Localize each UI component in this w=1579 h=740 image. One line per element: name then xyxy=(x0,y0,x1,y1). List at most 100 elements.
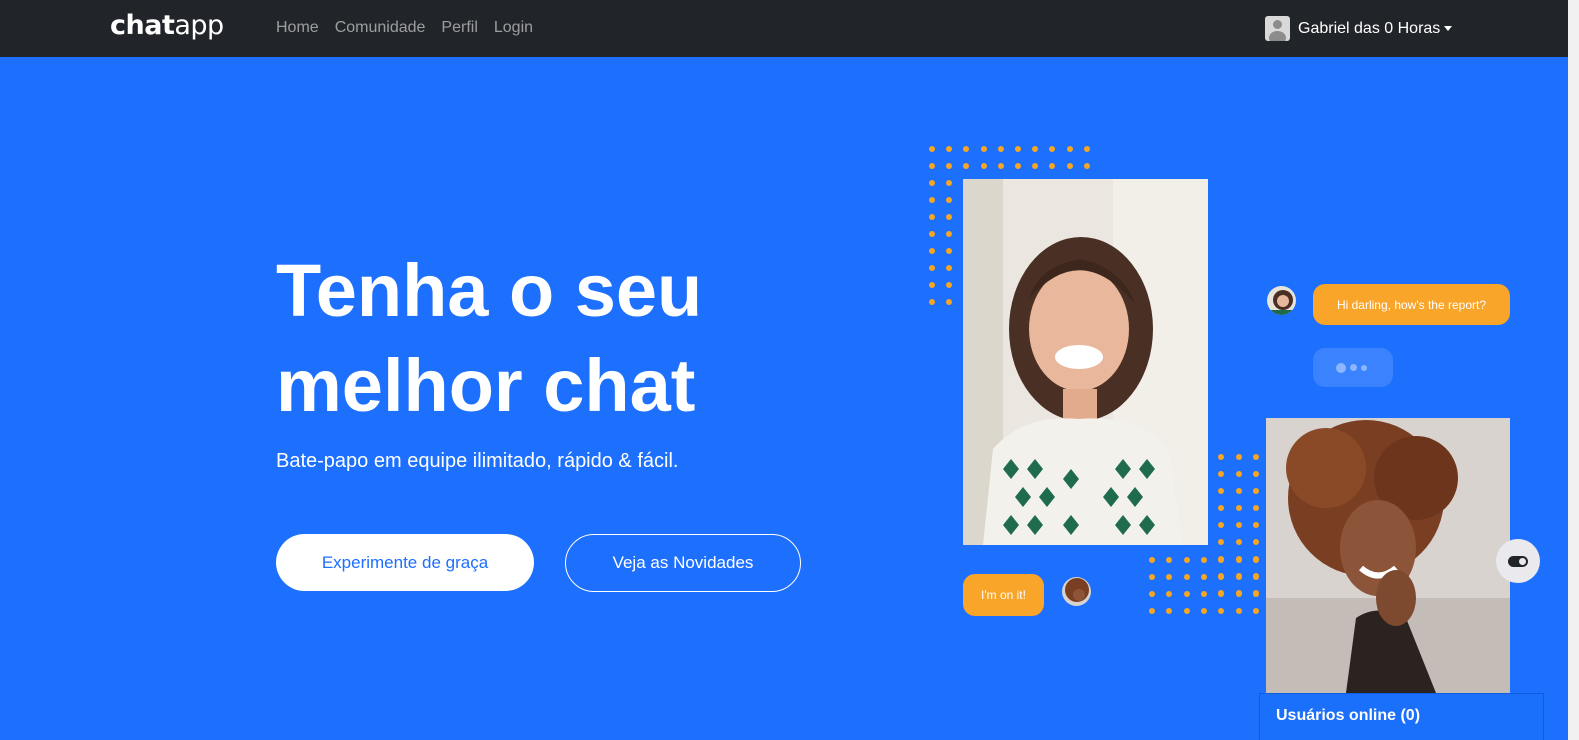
brand-bold: chat xyxy=(110,10,175,41)
decorative-dot xyxy=(929,214,935,220)
decorative-dot xyxy=(1235,557,1242,563)
decorative-dot xyxy=(946,248,953,254)
decorative-dot xyxy=(1183,574,1190,580)
decorative-dot xyxy=(963,163,970,169)
decorative-dot xyxy=(1032,163,1039,169)
chat-bubble-on-it: I'm on it! xyxy=(963,574,1044,616)
user-name: Gabriel das 0 Horas xyxy=(1298,19,1441,37)
decorative-dot xyxy=(997,163,1004,169)
typing-dots-icon xyxy=(1313,348,1393,387)
typing-dot-3 xyxy=(1361,364,1367,371)
decorative-dot xyxy=(1200,557,1207,563)
navbar: chatapp Home Comunidade Perfil Login Gab… xyxy=(0,0,1568,57)
brand-light: app xyxy=(174,10,224,41)
decorative-dot xyxy=(1218,557,1225,563)
decorative-dot xyxy=(929,231,935,237)
decorative-dot xyxy=(946,214,953,220)
nav-link-perfil[interactable]: Perfil xyxy=(441,19,477,37)
nav-link-login[interactable]: Login xyxy=(494,19,533,37)
decorative-dot xyxy=(1166,608,1173,614)
decorative-dot xyxy=(1235,608,1242,614)
online-users-panel[interactable]: Usuários online (0) xyxy=(1259,693,1544,740)
decorative-dot xyxy=(980,163,987,169)
decorative-dot xyxy=(1149,574,1155,580)
user-avatar-icon xyxy=(1265,16,1290,41)
decorative-dot xyxy=(980,146,987,152)
decorative-dot xyxy=(1200,574,1207,580)
decorative-dot xyxy=(1166,591,1173,597)
decorative-dot xyxy=(1253,539,1259,545)
woman-smiling-photo xyxy=(963,179,1208,545)
decorative-dot xyxy=(1253,505,1259,511)
decorative-dot xyxy=(1083,163,1090,169)
decorative-dot xyxy=(1218,488,1224,494)
decorative-dot xyxy=(1183,591,1190,597)
hero-title-line2: melhor chat xyxy=(276,344,696,427)
decorative-dot xyxy=(1066,163,1073,169)
curly-hair-woman-photo xyxy=(1266,418,1510,693)
decorative-dot xyxy=(929,146,935,152)
decorative-dot xyxy=(929,265,935,271)
decorative-dot xyxy=(1149,557,1155,563)
nav-link-comunidade[interactable]: Comunidade xyxy=(335,19,426,37)
typing-dot-2 xyxy=(1350,364,1357,371)
decorative-dot xyxy=(1235,488,1242,494)
decorative-dot xyxy=(1183,608,1190,614)
news-button[interactable]: Veja as Novidades xyxy=(565,534,801,592)
chat-avatar-woman2 xyxy=(1060,575,1093,608)
page-scrollbar[interactable] xyxy=(1568,0,1579,740)
decorative-dot xyxy=(1200,591,1207,597)
decorative-dot xyxy=(1218,454,1224,460)
user-menu-dropdown[interactable]: Gabriel das 0 Horas xyxy=(1265,16,1453,41)
caret-down-icon xyxy=(1444,26,1453,31)
decorative-dot xyxy=(1015,146,1021,152)
decorative-dot xyxy=(1149,591,1155,597)
decorative-dot xyxy=(1252,574,1259,580)
decorative-dot xyxy=(929,197,935,203)
decorative-dot xyxy=(1218,539,1224,545)
decorative-dot xyxy=(929,299,935,305)
decorative-dot xyxy=(946,197,953,203)
brand-logo[interactable]: chatapp xyxy=(110,10,224,41)
decorative-dot xyxy=(1049,163,1056,169)
decorative-dot xyxy=(1166,557,1173,563)
decorative-dot xyxy=(1218,608,1225,614)
hero-title-line1: Tenha o seu xyxy=(276,249,703,332)
chat-avatar-woman1 xyxy=(1265,284,1298,317)
chat-bubble-hi: Hi darling, how's the report? xyxy=(1313,284,1510,325)
try-free-button[interactable]: Experimente de graça xyxy=(276,534,534,591)
decorative-dot xyxy=(946,146,953,152)
decorative-dot xyxy=(946,282,953,288)
decorative-dot xyxy=(1235,522,1242,528)
decorative-dot xyxy=(1032,146,1039,152)
decorative-dot xyxy=(1015,163,1021,169)
hero-subtitle: Bate-papo em equipe ilimitado, rápido & … xyxy=(276,450,679,472)
decorative-dot xyxy=(1252,591,1259,597)
decorative-dot xyxy=(946,265,953,271)
decorative-dot xyxy=(1218,471,1224,477)
decorative-dot xyxy=(1218,574,1225,580)
decorative-dot xyxy=(1066,146,1073,152)
decorative-dot xyxy=(1253,471,1259,477)
decorative-dot xyxy=(1235,471,1242,477)
nav-links: Home Comunidade Perfil Login xyxy=(276,19,533,37)
typing-dot-1 xyxy=(1336,362,1346,373)
decorative-dot xyxy=(946,180,953,186)
decorative-dot xyxy=(946,299,953,305)
decorative-dot xyxy=(1235,505,1242,511)
decorative-dot xyxy=(929,180,935,186)
theme-toggle-button[interactable] xyxy=(1496,539,1540,583)
decorative-dot xyxy=(946,231,953,237)
decorative-dot xyxy=(1253,488,1259,494)
decorative-dot xyxy=(1166,574,1173,580)
decorative-dot xyxy=(1235,454,1242,460)
decorative-dot xyxy=(963,146,970,152)
decorative-dot xyxy=(1235,574,1242,580)
decorative-dot xyxy=(1183,557,1190,563)
decorative-dot xyxy=(1218,591,1225,597)
nav-link-home[interactable]: Home xyxy=(276,19,319,37)
decorative-dot xyxy=(1200,608,1207,614)
decorative-dot xyxy=(929,163,935,169)
decorative-dot xyxy=(1218,522,1224,528)
decorative-dot xyxy=(1252,557,1259,563)
